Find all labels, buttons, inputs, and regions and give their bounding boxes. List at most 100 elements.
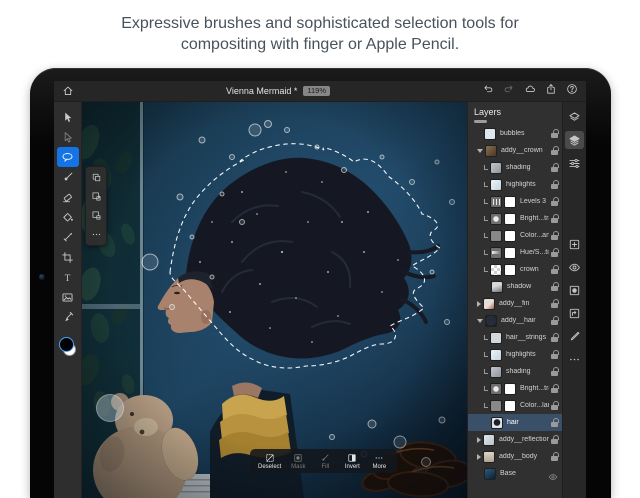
layer-row-highlights[interactable]: highlights [468, 176, 562, 193]
layer-row-crown[interactable]: crown [468, 261, 562, 278]
selection-subtract-button[interactable] [88, 208, 104, 223]
layer-row-shadow[interactable]: shadow [468, 278, 562, 295]
expand-group-icon[interactable] [477, 437, 481, 443]
layer-row-shading[interactable]: shading [468, 159, 562, 176]
layer-mask-thumbnail[interactable] [504, 247, 516, 259]
lock-icon[interactable] [551, 333, 558, 342]
fill-button[interactable]: Fill [315, 453, 335, 470]
lock-icon[interactable] [551, 129, 558, 138]
lock-icon[interactable] [551, 163, 558, 172]
layer-row-color-ance-23[interactable]: Color...ance 23 [468, 227, 562, 244]
layer-thumbnail[interactable] [484, 128, 496, 140]
layer-thumbnail[interactable] [490, 366, 502, 378]
layer-mask-thumbnail[interactable] [504, 196, 516, 208]
color-swatches[interactable] [59, 337, 77, 355]
type-tool[interactable]: T [57, 267, 79, 287]
layer-thumbnail[interactable] [484, 468, 496, 480]
lock-icon[interactable] [551, 214, 558, 223]
layer-row-color-lance-21[interactable]: Color...lance 21 [468, 397, 562, 414]
layer-thumbnail[interactable] [490, 264, 502, 276]
foreground-color-swatch[interactable] [59, 337, 74, 352]
lock-icon[interactable] [551, 299, 558, 308]
layer-edit-button[interactable] [565, 327, 584, 345]
collapse-group-icon[interactable] [477, 149, 483, 153]
layer-mask-thumbnail[interactable] [504, 400, 516, 412]
layer-thumbnail[interactable] [485, 315, 497, 327]
layer-visibility-button[interactable] [565, 258, 584, 276]
lock-icon[interactable] [551, 197, 558, 206]
layer-thumbnail[interactable] [490, 213, 502, 225]
layer-row-addy-reflections[interactable]: addy__reflections [468, 431, 562, 448]
help-button[interactable] [566, 82, 578, 100]
clip-mask-button[interactable] [565, 304, 584, 322]
layer-row-hue-s-tion-19[interactable]: Hue/S...tion 19 [468, 244, 562, 261]
fill-tool[interactable] [57, 207, 79, 227]
share-export-button[interactable] [545, 82, 557, 100]
layers-detail-button[interactable] [565, 131, 584, 149]
home-button[interactable] [62, 85, 74, 97]
layer-mask-thumbnail[interactable] [504, 264, 516, 276]
lock-icon[interactable] [551, 231, 558, 240]
cloud-sync-button[interactable] [524, 82, 536, 100]
lasso-tool[interactable] [57, 147, 79, 167]
layer-thumbnail[interactable] [491, 281, 503, 293]
lock-icon[interactable] [551, 265, 558, 274]
layer-thumbnail[interactable] [491, 417, 503, 429]
invert-button[interactable]: Invert [342, 453, 362, 470]
crop-tool[interactable] [57, 247, 79, 267]
layer-thumbnail[interactable] [490, 383, 502, 395]
redo-button[interactable] [503, 82, 515, 100]
layer-thumbnail[interactable] [490, 179, 502, 191]
more-options-button[interactable] [88, 227, 104, 242]
lock-icon[interactable] [551, 316, 558, 325]
place-image-tool[interactable] [57, 287, 79, 307]
layer-thumbnail[interactable] [490, 247, 502, 259]
expand-group-icon[interactable] [477, 301, 481, 307]
healing-brush-tool[interactable] [57, 227, 79, 247]
lock-icon[interactable] [551, 180, 558, 189]
layer-thumbnail[interactable] [483, 298, 495, 310]
lock-icon[interactable] [551, 248, 558, 257]
eyedropper-tool[interactable] [57, 307, 79, 327]
layer-thumbnail[interactable] [490, 196, 502, 208]
add-layer-button[interactable] [565, 235, 584, 253]
lock-icon[interactable] [551, 418, 558, 427]
lock-icon[interactable] [551, 350, 558, 359]
layer-mask-thumbnail[interactable] [504, 213, 516, 225]
expand-group-icon[interactable] [477, 454, 481, 460]
lock-icon[interactable] [551, 401, 558, 410]
layers-compact-button[interactable] [565, 108, 584, 126]
layer-row-bright-trast-32[interactable]: Bright...trast 32 [468, 210, 562, 227]
lock-icon[interactable] [551, 452, 558, 461]
eraser-tool[interactable] [57, 187, 79, 207]
layer-thumbnail[interactable] [490, 400, 502, 412]
lock-icon[interactable] [551, 282, 558, 291]
layer-row-addy-fin[interactable]: addy__fin [468, 295, 562, 312]
layer-row-bubbles[interactable]: bubbles [468, 125, 562, 142]
selection-new-button[interactable] [88, 170, 104, 185]
layer-row-highlights[interactable]: highlights [468, 346, 562, 363]
collapse-group-icon[interactable] [477, 319, 483, 323]
layer-mask-button[interactable] [565, 281, 584, 299]
layer-thumbnail[interactable] [490, 230, 502, 242]
selection-add-button[interactable] [88, 189, 104, 204]
undo-button[interactable] [482, 82, 494, 100]
canvas[interactable]: DeselectMaskFillInvertMore [82, 102, 467, 498]
layer-row-addy-crown[interactable]: addy__crown [468, 142, 562, 159]
layer-mask-thumbnail[interactable] [504, 230, 516, 242]
layer-mask-thumbnail[interactable] [504, 383, 516, 395]
layer-properties-button[interactable] [565, 154, 584, 172]
transform-tool[interactable] [57, 127, 79, 147]
lock-icon[interactable] [551, 146, 558, 155]
layer-thumbnail[interactable] [490, 349, 502, 361]
move-tool[interactable] [57, 107, 79, 127]
layer-thumbnail[interactable] [483, 434, 495, 446]
layer-row-addy-body[interactable]: addy__body [468, 448, 562, 465]
touch-shortcut-button[interactable] [96, 394, 124, 422]
visibility-eye-icon[interactable] [548, 469, 558, 479]
deselect-button[interactable]: Deselect [258, 453, 281, 470]
lock-icon[interactable] [551, 367, 558, 376]
layer-thumbnail[interactable] [485, 145, 497, 157]
zoom-level-badge[interactable]: 119% [303, 86, 330, 96]
lock-icon[interactable] [551, 384, 558, 393]
